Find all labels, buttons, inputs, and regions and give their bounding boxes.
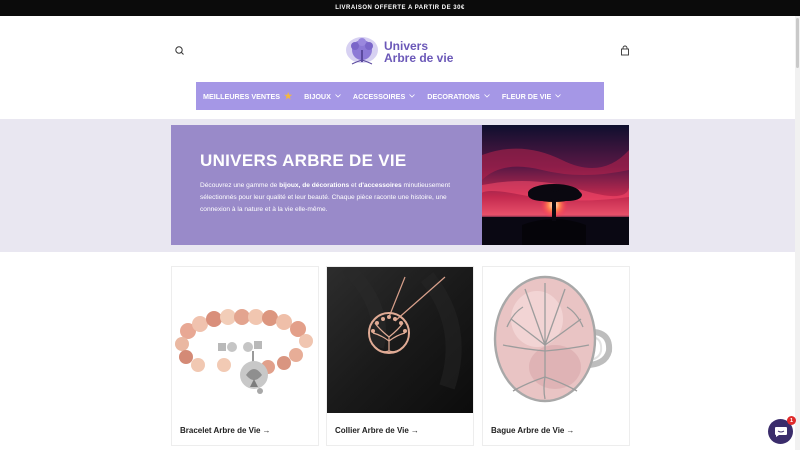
product-title-text: Collier Arbre de Vie [335,426,409,435]
product-title[interactable]: Bague Arbre de Vie → [491,426,574,435]
product-image-collier [327,267,473,413]
nav-item-label: DECORATIONS [427,91,480,101]
product-image-bague [483,267,629,413]
nav-item-decorations[interactable]: DECORATIONS [427,92,490,101]
product-image-bracelet [172,267,318,413]
bag-icon[interactable] [618,44,632,58]
page-scrollbar[interactable] [795,16,800,450]
product-card-bague[interactable]: Bague Arbre de Vie → [482,266,630,446]
hero-image-tree-sunset [482,125,629,245]
announcement-bar: LIVRAISON OFFERTE A PARTIR DE 30€ [0,0,800,16]
site-header: Univers Arbre de vie MEILLEURES VENTES ★… [0,16,800,119]
tree-logo-icon [346,37,378,65]
logo-text: Univers Arbre de vie [384,40,453,64]
hero-desc-text: Découvrez une gamme de [200,182,280,189]
nav-item-fleur-de-vie[interactable]: FLEUR DE VIE [502,92,562,101]
logo-line-2: Arbre de vie [384,51,454,65]
chevron-down-icon [555,94,562,98]
site-logo[interactable]: Univers Arbre de vie [344,35,453,69]
nav-item-accessoires[interactable]: ACCESSOIRES [352,91,416,101]
nav-item-meilleures-ventes[interactable]: MEILLEURES VENTES ★ [203,91,292,102]
nav-item-label: FLEUR DE VIE [501,91,552,101]
hero-desc-bold: bijoux, de décorations [279,182,350,189]
product-title-text: Bague Arbre de Vie [491,426,565,435]
chevron-down-icon [335,94,341,98]
arrow-right-icon: → [410,426,419,435]
product-card-collier[interactable]: Collier Arbre de Vie → [326,266,474,446]
hero-desc-text: et [349,182,359,189]
hero-description: Découvrez une gamme de bijoux, de décora… [200,180,460,216]
hero-desc-bold: d'accessoires [358,182,402,189]
product-title[interactable]: Collier Arbre de Vie → [335,426,419,435]
nav-item-label: ACCESSOIRES [352,91,406,101]
product-title[interactable]: Bracelet Arbre de Vie → [180,426,270,435]
nav-item-label: BIJOUX [304,91,331,101]
chat-notification-badge: 1 [787,416,796,425]
main-nav: MEILLEURES VENTES ★ BIJOUX ACCESSOIRES D… [196,82,604,110]
announcement-text: LIVRAISON OFFERTE A PARTIR DE 30€ [335,5,465,11]
arrow-right-icon: → [262,426,271,435]
chevron-down-icon [484,94,490,98]
hero-text-card: UNIVERS ARBRE DE VIE Découvrez une gamme… [171,125,482,245]
chevron-down-icon [409,94,416,98]
star-icon: ★ [284,90,293,101]
product-title-text: Bracelet Arbre de Vie [180,426,261,435]
nav-item-bijoux[interactable]: BIJOUX [304,92,341,101]
arrow-right-icon: → [566,426,575,435]
scrollbar-thumb[interactable] [796,18,799,68]
hero-title: UNIVERS ARBRE DE VIE [200,151,407,170]
nav-item-label: MEILLEURES VENTES [203,91,281,101]
search-icon[interactable] [173,44,187,58]
hero-banner: UNIVERS ARBRE DE VIE Découvrez une gamme… [0,119,800,252]
product-card-bracelet[interactable]: Bracelet Arbre de Vie → [171,266,319,446]
